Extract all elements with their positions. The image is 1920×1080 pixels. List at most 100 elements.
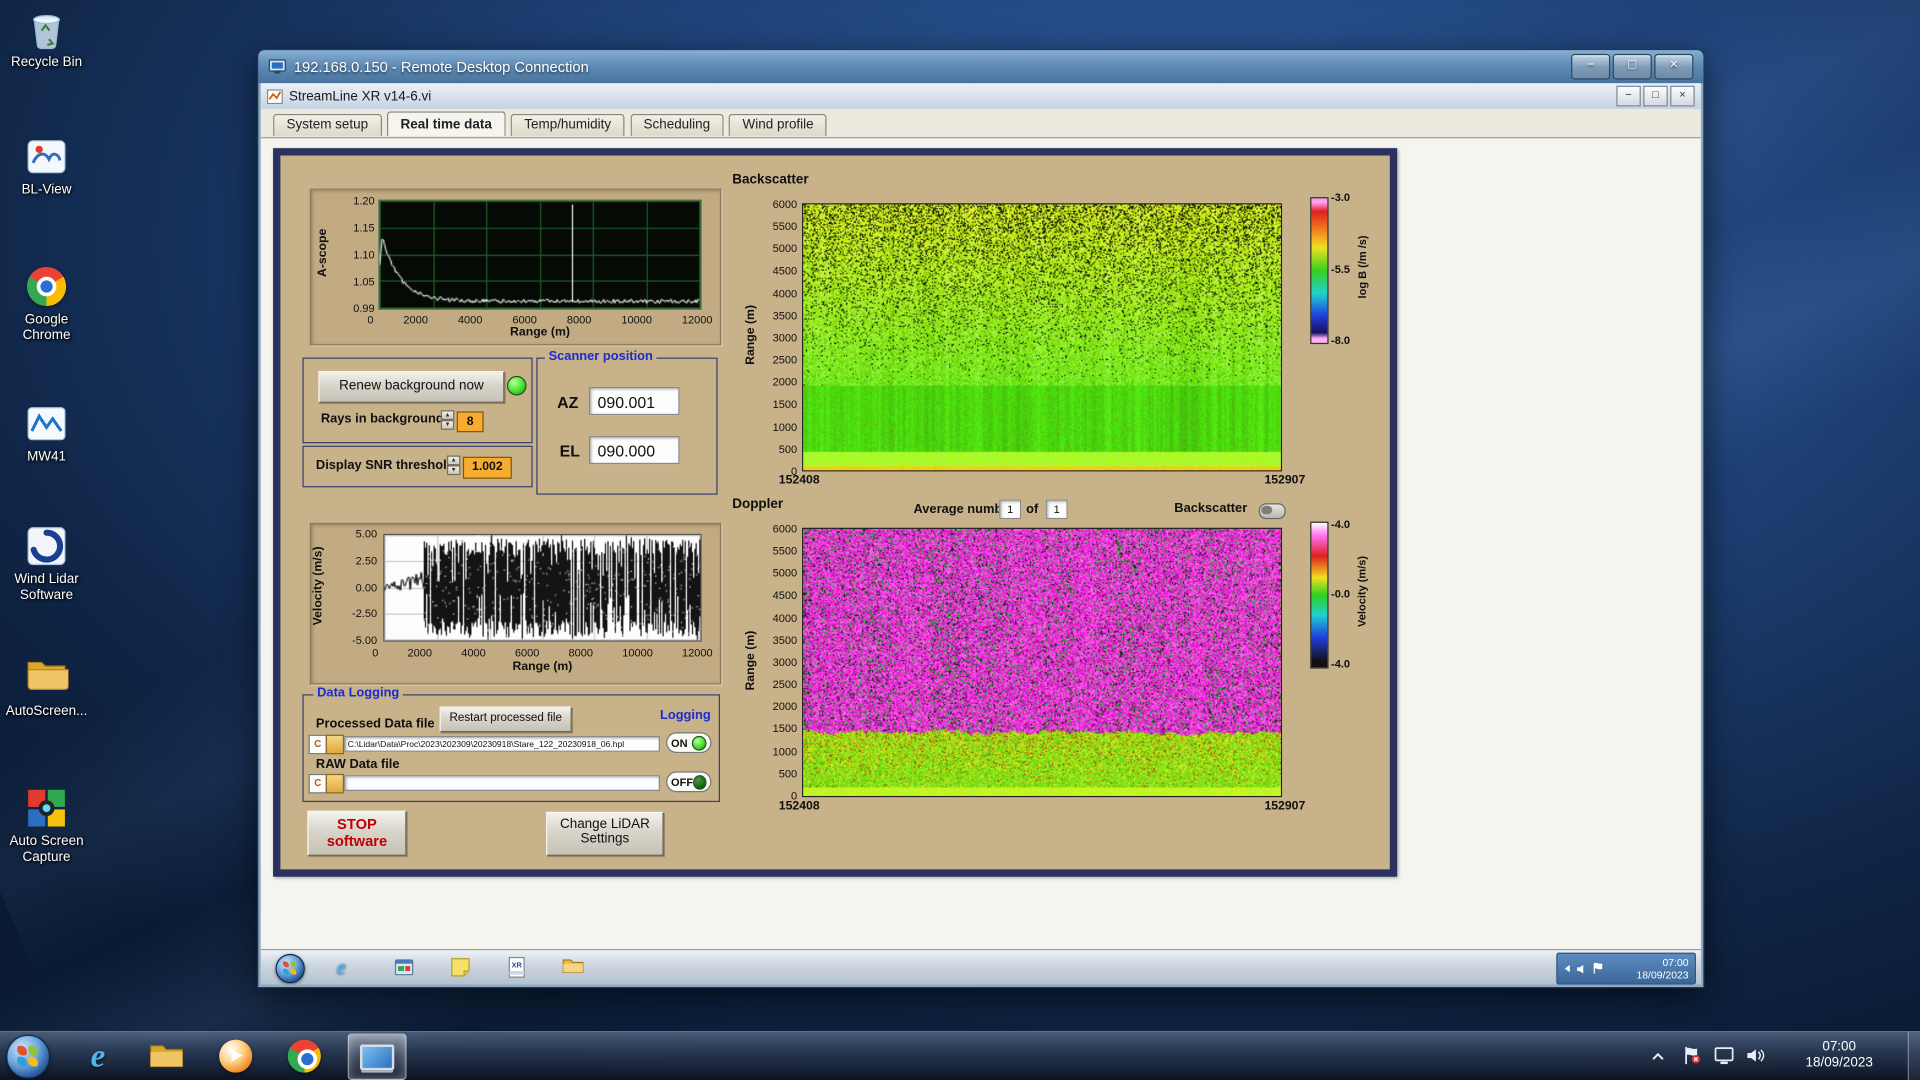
app-titlebar[interactable]: StreamLine XR v14-6.vi − □ × [261,83,1701,110]
rdp-close-button[interactable]: × [1654,54,1693,80]
backscatter-title: Backscatter [732,173,808,188]
backscatter-doppler-toggle[interactable] [1259,503,1286,519]
tick-label: 5000 [773,567,798,579]
desktop-icon-mw41[interactable]: MW41 [2,402,90,466]
of-label: of [1026,502,1038,517]
tick-label: 2000 [773,701,798,713]
backscatter-x-end: 152907 [1264,474,1305,487]
app-close-button[interactable]: × [1670,86,1694,107]
desktop-icon-wind-lidar[interactable]: Wind Lidar Software [2,524,90,604]
raw-logging-toggle[interactable]: OFF [666,771,711,792]
el-label: EL [560,442,580,460]
remote-xr-file-icon[interactable]: XR [506,956,528,978]
stop-button-line1: STOP [309,816,406,833]
remote-ie-icon[interactable]: e [337,956,359,978]
tick-label: 4000 [458,313,483,325]
desktop-icon-google-chrome[interactable]: Google Chrome [2,264,90,344]
tick-label: 500 [779,443,797,455]
renew-background-button[interactable]: Renew background now [318,371,504,403]
tab-system-setup[interactable]: System setup [273,114,382,136]
recycle-bin-icon [24,7,68,51]
desktop-icon-auto-screen-capture[interactable]: Auto Screen Capture [2,786,90,866]
stop-button-line2: software [309,833,406,850]
start-button[interactable] [6,1035,50,1079]
backscatter-x-start: 152408 [779,474,820,487]
data-logging-box: Data Logging Processed Data file Restart… [302,694,720,802]
remote-app-window-icon[interactable] [393,956,415,978]
snr-value-field[interactable]: 1.002 [463,457,512,479]
snr-spinner[interactable]: ▲ ▼ [447,456,460,476]
stop-software-button[interactable]: STOP software [307,811,406,856]
rdp-maximize-button[interactable]: □ [1613,54,1652,80]
taskbar-rdp-active-window[interactable] [348,1033,407,1080]
remote-sticky-note-icon[interactable] [449,956,471,978]
desktop-icon-label: Auto Screen Capture [2,834,90,866]
remote-taskbar: e XR 07:00 18/09/2023 [261,949,1701,985]
rdp-window-title: 192.168.0.150 - Remote Desktop Connectio… [294,58,589,75]
restart-processed-file-button[interactable]: Restart processed file [440,707,572,733]
velocity-plot-canvas [384,535,700,640]
remote-start-button[interactable] [276,954,305,983]
taskbar-wmp-icon[interactable] [208,1033,262,1077]
raw-path-drive-selector[interactable]: C [309,774,327,794]
average-number-field[interactable]: 1 [999,500,1021,520]
el-value-field[interactable]: 090.000 [589,436,680,464]
raw-logging-led [693,774,706,789]
logging-label: Logging [656,708,714,723]
tab-scheduling[interactable]: Scheduling [630,114,724,136]
svg-text:XR: XR [512,960,523,969]
chrome-icon [287,1039,320,1072]
tick-label: 2000 [773,376,798,388]
host-taskbar: e 07:00 18/09/2023 [0,1031,1920,1080]
rdp-minimize-button[interactable]: − [1571,54,1610,80]
tab-real-time-data[interactable]: Real time data [387,111,505,135]
tray-display-icon[interactable] [1714,1047,1735,1071]
colorbar-tick-label: -8.0 [1331,334,1363,346]
rays-spinner[interactable]: ▲ ▼ [441,410,454,430]
change-lidar-settings-button[interactable]: Change LiDAR Settings [546,812,664,856]
tab-temp-humidity[interactable]: Temp/humidity [511,114,625,136]
desktop-icon-bl-view[interactable]: BL-View [2,135,90,199]
processed-path-drive-selector[interactable]: C [309,735,327,755]
desktop-icon-recycle-bin[interactable]: Recycle Bin [2,7,90,71]
tray-show-hidden-icons[interactable] [1651,1048,1666,1070]
az-value-field[interactable]: 090.001 [589,387,680,415]
app-restore-button[interactable]: □ [1643,86,1667,107]
processed-toggle-label: ON [671,737,688,749]
tab-wind-profile[interactable]: Wind profile [729,114,827,136]
taskbar-explorer-icon[interactable] [140,1033,194,1077]
tick-label: 8000 [569,647,594,659]
tick-label: 6000 [515,647,540,659]
tick-label: 1500 [773,723,798,735]
app-minimize-button[interactable]: − [1616,86,1640,107]
remote-flag-icon [1592,962,1603,974]
taskbar-chrome-icon[interactable] [277,1033,331,1077]
desktop-icon-label: Google Chrome [2,312,90,344]
processed-path-field[interactable]: C:\Lidar\Data\Proc\2023\202309\20230918\… [344,736,660,752]
tray-clock[interactable]: 07:00 18/09/2023 [1778,1040,1900,1072]
settings-button-line2: Settings [547,831,662,846]
taskbar-ie-icon[interactable]: e [71,1033,125,1077]
processed-logging-toggle[interactable]: ON [666,732,711,753]
velocity-plot-frame [383,534,701,642]
rays-value-field[interactable]: 8 [457,411,484,432]
remote-folder-icon[interactable] [562,956,584,978]
tray-volume-icon[interactable] [1746,1047,1766,1070]
tick-label: 5.00 [356,528,377,540]
snr-threshold-box: Display SNR threshold ▲ ▼ 1.002 [302,446,532,488]
tick-label: 2500 [773,678,798,690]
processed-path-browse-icon[interactable] [326,735,344,755]
raw-path-browse-icon[interactable] [326,774,344,794]
remote-volume-icon [1576,963,1588,974]
raw-path-field[interactable] [344,775,660,791]
tick-label: 1.15 [353,222,374,234]
rdp-titlebar[interactable]: 192.168.0.150 - Remote Desktop Connectio… [258,50,1703,83]
show-desktop-button[interactable] [1908,1032,1920,1080]
remote-system-tray[interactable]: 07:00 18/09/2023 [1556,953,1696,985]
tick-label: 12000 [682,647,713,659]
desktop-icon-autoscreen-folder[interactable]: AutoScreen... [2,656,90,720]
tick-label: 0 [367,313,373,325]
tick-label: 12000 [682,313,713,325]
tray-action-center-flag-icon[interactable] [1682,1046,1700,1072]
average-total-field[interactable]: 1 [1046,500,1068,520]
